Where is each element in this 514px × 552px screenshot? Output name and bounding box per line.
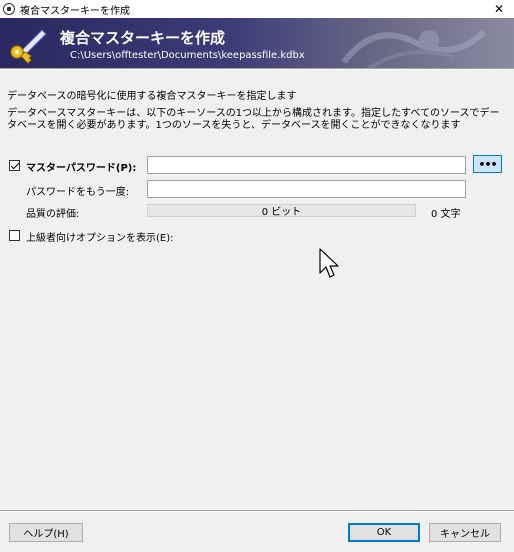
window-title: 複合マスターキーを作成 xyxy=(20,5,130,17)
repeat-password-label: パスワードをもう一度: xyxy=(26,187,130,198)
repeat-password-input[interactable] xyxy=(147,180,466,198)
database-path: C:\Users\offtester\Documents\keepassfile… xyxy=(70,50,305,61)
master-password-input[interactable] xyxy=(147,156,466,174)
banner-decoration xyxy=(341,29,487,68)
cancel-button[interactable]: キャンセル xyxy=(429,523,501,542)
banner-divider xyxy=(0,68,514,70)
banner-title: 複合マスターキーを作成 xyxy=(60,29,226,47)
master-password-checkbox[interactable] xyxy=(9,160,20,171)
reveal-password-button[interactable]: ••• xyxy=(473,155,502,173)
description-text: データベースマスターキーは、以下のキーソースの1つ以上から構成されます。指定した… xyxy=(7,108,500,131)
intro-text: データベースの暗号化に使用する複合マスターキーを指定します xyxy=(7,91,297,102)
mouse-cursor-icon xyxy=(319,248,339,278)
password-length-text: 0 文字 xyxy=(431,209,461,220)
quality-progress-bar: 0 ビット xyxy=(147,204,416,218)
ok-button[interactable]: OK xyxy=(348,523,420,542)
header-banner: 複合マスターキーを作成 C:\Users\offtester\Documents… xyxy=(0,18,514,68)
help-button[interactable]: ヘルプ(H) xyxy=(9,523,83,542)
close-icon[interactable]: ✕ xyxy=(484,0,514,18)
keepass-lock-icon xyxy=(3,3,15,15)
window-titlebar: 複合マスターキーを作成 ✕ xyxy=(0,0,514,18)
master-password-label: マスターパスワード(P): xyxy=(26,163,137,174)
quality-bits-text: 0 ビット xyxy=(261,207,302,218)
advanced-options-checkbox[interactable] xyxy=(9,230,20,241)
key-pen-icon xyxy=(10,29,47,64)
footer-divider xyxy=(0,510,514,512)
quality-label: 品質の評価: xyxy=(26,209,80,220)
advanced-options-label[interactable]: 上級者向けオプションを表示(E): xyxy=(26,229,174,244)
